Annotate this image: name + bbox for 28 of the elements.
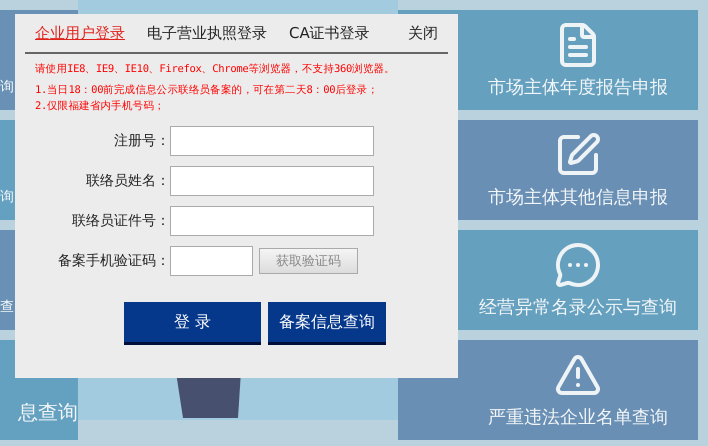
- chat-icon: [554, 241, 602, 289]
- tile-label: 市场主体其他信息申报: [488, 186, 668, 209]
- field-label: 联络员姓名：: [85, 172, 170, 190]
- get-code-button[interactable]: 获取验证码: [259, 248, 358, 274]
- login-button[interactable]: 登 录: [124, 302, 261, 345]
- input-field[interactable]: [170, 166, 374, 196]
- tile-label: 询: [0, 188, 14, 206]
- tile-label: 息查询: [18, 399, 78, 426]
- tile-label: 市场主体年度报告申报: [488, 76, 668, 99]
- field-label: 注册号：: [113, 132, 170, 150]
- input-field[interactable]: [170, 246, 253, 276]
- tile-label: 询: [0, 78, 14, 96]
- menu-tile[interactable]: 严重违法企业名单查询: [398, 340, 698, 440]
- tile-label: 查: [0, 298, 14, 316]
- input-field[interactable]: [170, 206, 374, 236]
- close-link[interactable]: 关闭: [408, 24, 438, 42]
- login-tab[interactable]: 电子营业执照登录: [147, 24, 267, 42]
- tile-label: 经营异常名录公示与查询: [479, 296, 677, 319]
- browser-notice: 请使用IE8、IE9、IE10、Firefox、Chrome等浏览器，不支持360浏览器。: [35, 62, 396, 76]
- login-tab[interactable]: CA证书登录: [289, 24, 370, 42]
- input-field[interactable]: [170, 126, 374, 156]
- tile-label: 严重违法企业名单查询: [488, 406, 668, 429]
- login-tab[interactable]: 企业用户登录: [35, 24, 125, 42]
- notice-line: 2.仅限福建省内手机号码；: [35, 99, 166, 114]
- field-label: 联络员证件号：: [71, 212, 170, 230]
- notice-line: 1.当日18：00前完成信息公示联络员备案的，可在第二天8：00后登录；: [35, 83, 380, 98]
- query-button[interactable]: 备案信息查询: [268, 302, 386, 345]
- field-label: 备案手机验证码：: [57, 252, 170, 270]
